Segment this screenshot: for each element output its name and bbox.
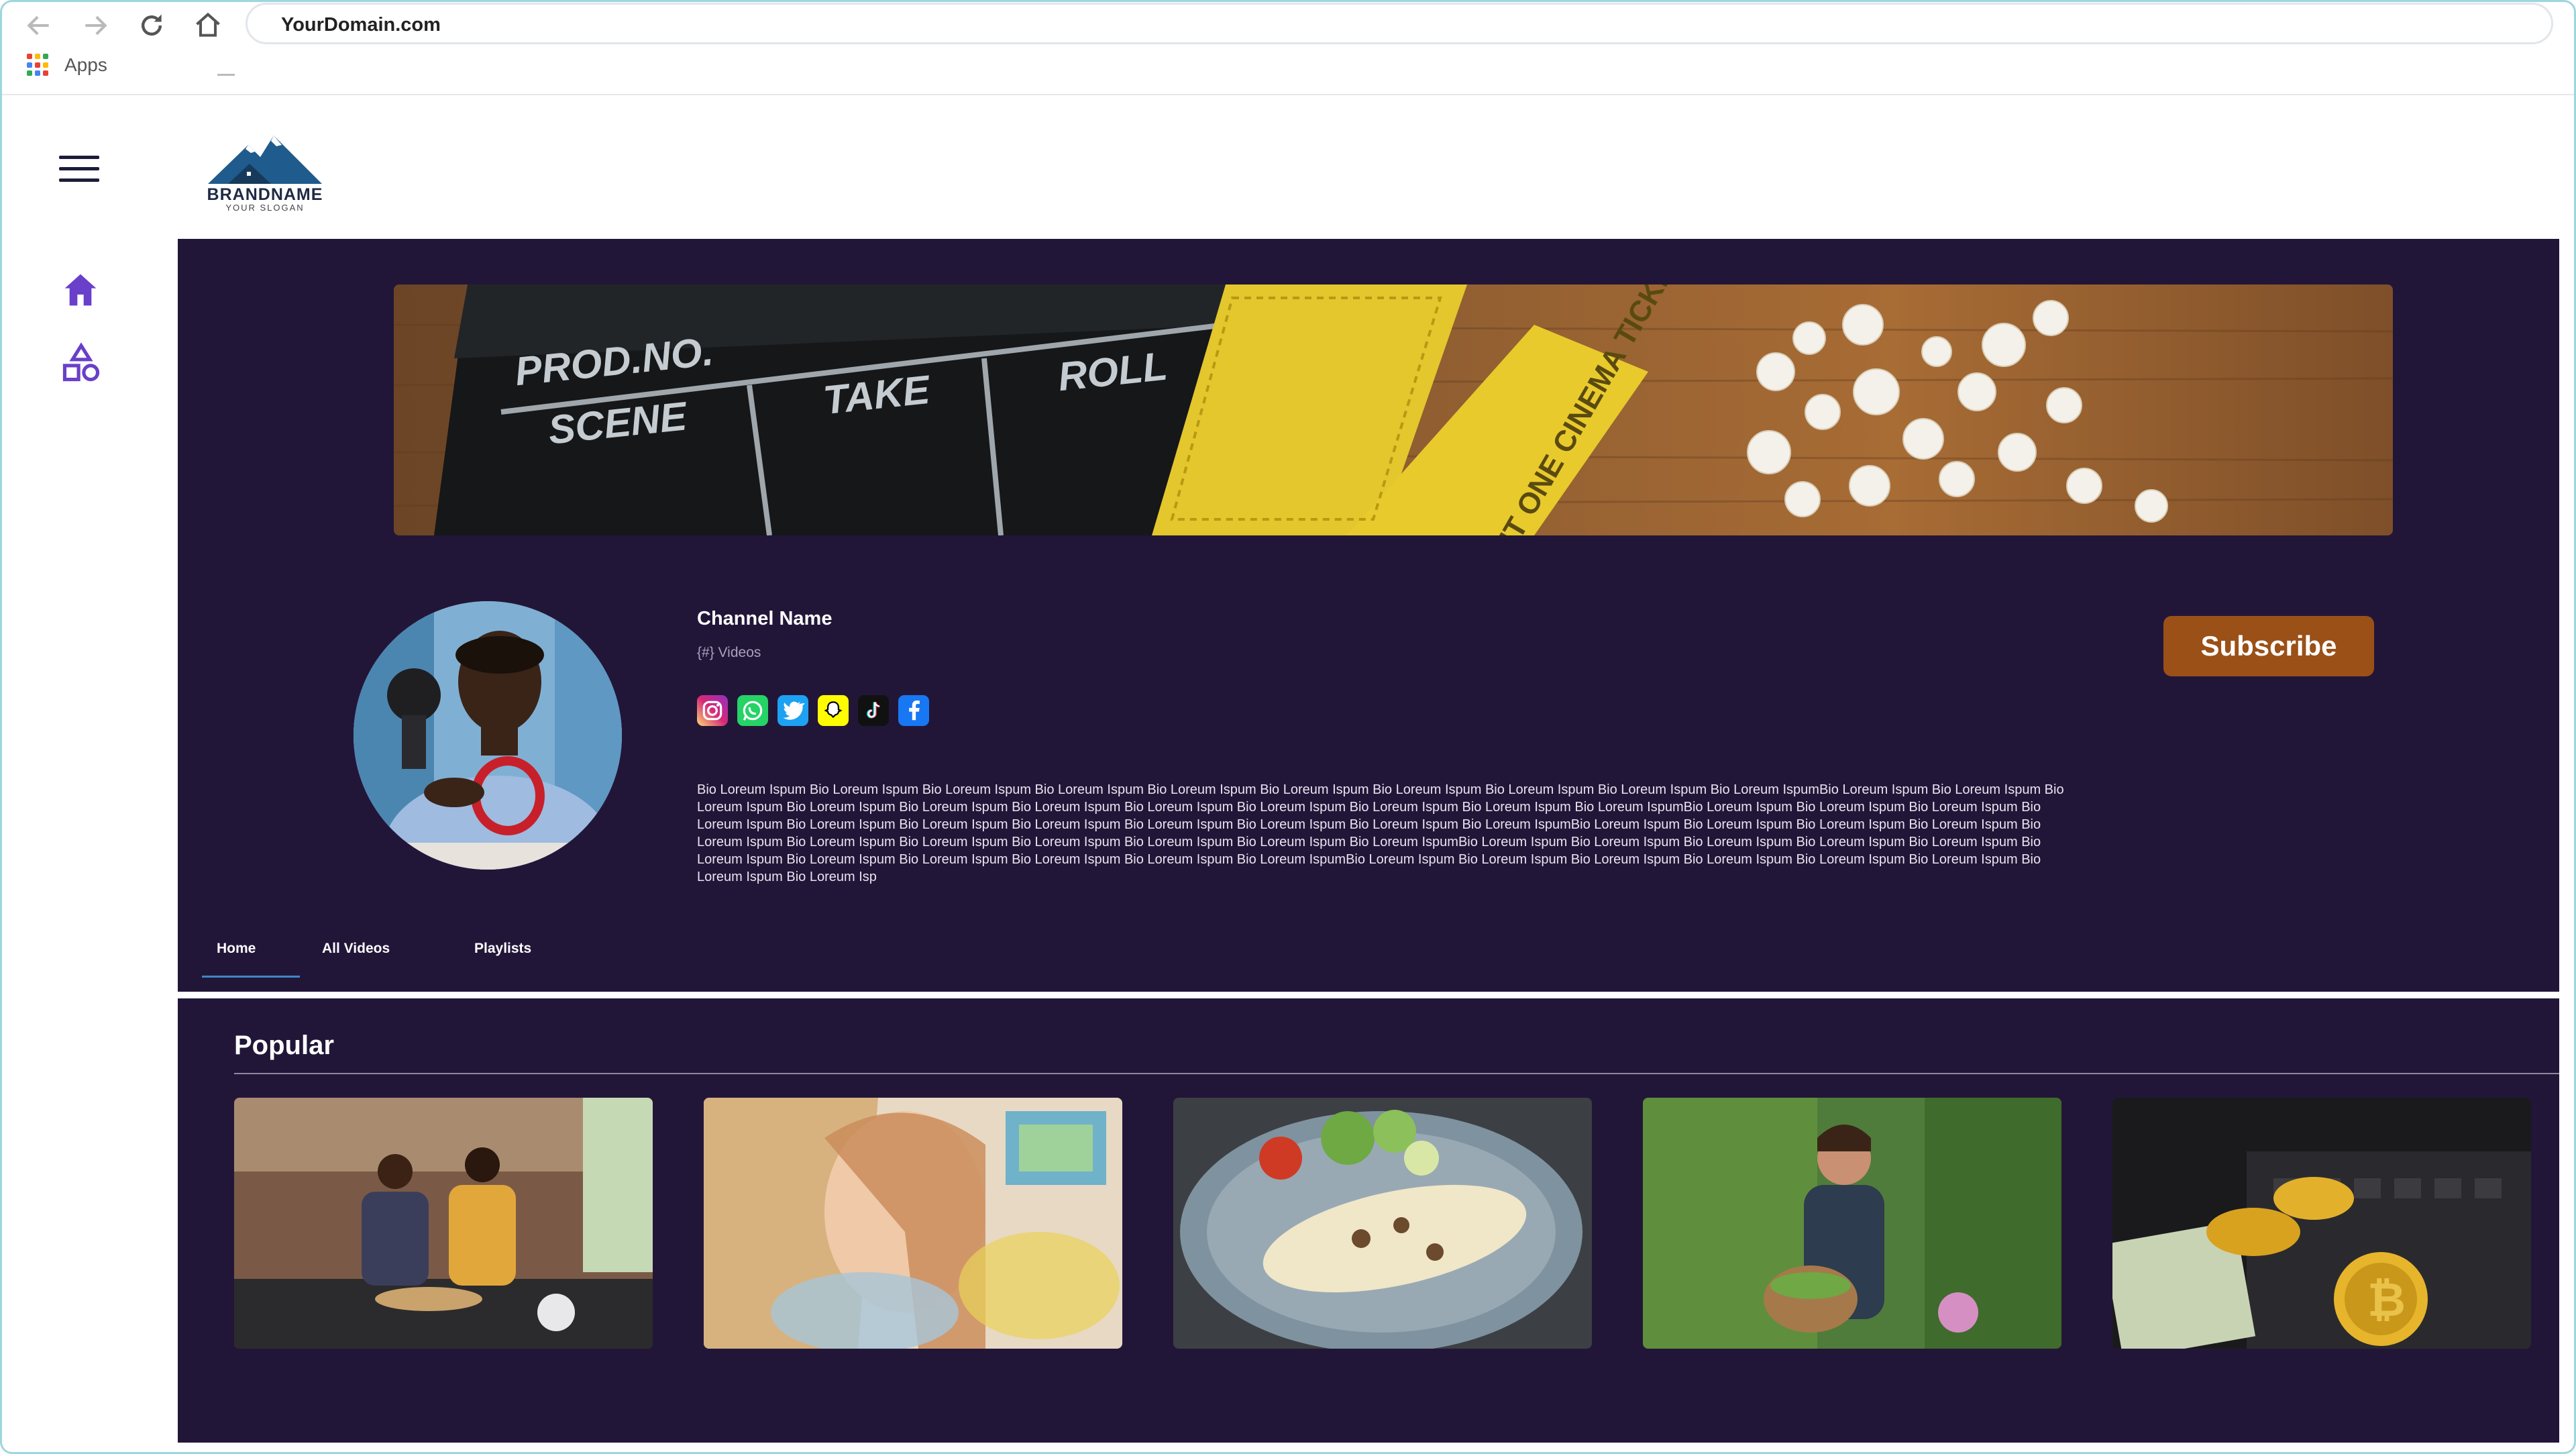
mountain-logo-icon [208, 136, 322, 184]
hamburger-menu-icon[interactable] [59, 156, 99, 183]
section-divider [234, 1073, 2559, 1074]
channel-bio: Bio Loreum Ispum Bio Loreum Ispum Bio Lo… [697, 782, 2064, 884]
whatsapp-icon[interactable] [737, 695, 768, 726]
active-tab-indicator [202, 976, 300, 978]
tab-home[interactable]: Home [217, 941, 256, 957]
channel-header-panel: PROD.NO. SCENE TAKE ROLL ADMIT ONE CINEM… [178, 239, 2559, 992]
section-title: Popular [234, 1031, 334, 1060]
channel-avatar[interactable] [354, 601, 622, 870]
brand-logo[interactable]: BRANDNAME YOUR SLOGAN [201, 132, 329, 211]
subscribe-button[interactable]: Subscribe [2163, 616, 2374, 676]
back-arrow-icon[interactable] [19, 5, 59, 46]
shapes-icon[interactable] [60, 342, 102, 384]
popular-section: Popular ₿ [178, 998, 2559, 1443]
channel-banner-image: PROD.NO. SCENE TAKE ROLL ADMIT ONE CINEM… [394, 284, 2393, 535]
painting-thumbnail[interactable] [704, 1098, 1122, 1349]
gardening-woman-thumbnail[interactable] [1643, 1098, 2061, 1349]
instagram-icon[interactable] [697, 695, 728, 726]
brand-slogan: YOUR SLOGAN [225, 203, 305, 211]
apps-grid-icon [27, 54, 50, 76]
reload-icon[interactable] [131, 5, 172, 46]
home-icon[interactable] [188, 5, 228, 46]
forward-arrow-icon[interactable] [75, 5, 115, 46]
tab-playlists[interactable]: Playlists [474, 941, 531, 957]
facebook-icon[interactable] [898, 695, 929, 726]
home-icon[interactable] [62, 271, 99, 309]
twitter-icon[interactable] [777, 695, 808, 726]
bookmarks-apps[interactable]: Apps [27, 54, 107, 76]
bookmark-separator [217, 74, 235, 76]
brand-name: BRANDNAME [207, 185, 323, 204]
video-count: {#} Videos [697, 645, 761, 660]
tiktok-icon[interactable] [858, 695, 889, 726]
channel-name: Channel Name [697, 608, 833, 629]
url-text: YourDomain.com [281, 14, 441, 36]
address-bar[interactable]: YourDomain.com [246, 3, 2553, 44]
social-links [697, 695, 929, 726]
omelette-salad-thumbnail[interactable] [1173, 1098, 1592, 1349]
apps-label: Apps [64, 54, 107, 75]
tab-all-videos[interactable]: All Videos [322, 941, 390, 957]
crypto-coins-thumbnail[interactable]: ₿ [2112, 1098, 2531, 1349]
snapchat-icon[interactable] [818, 695, 849, 726]
cooking-couple-thumbnail[interactable] [234, 1098, 653, 1349]
browser-chrome: YourDomain.com Apps [0, 0, 2576, 95]
svg-text:₿: ₿ [2367, 1274, 2406, 1326]
